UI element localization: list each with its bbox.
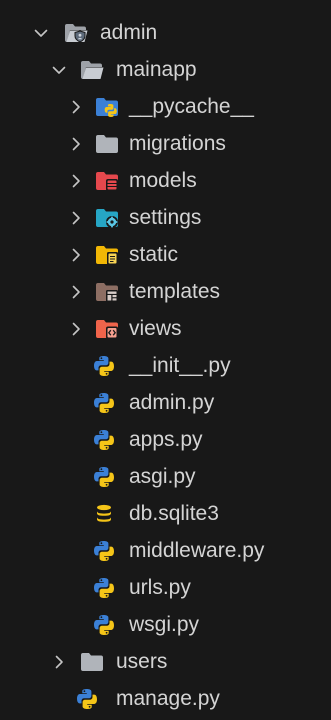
tree-item-label: wsgi.py <box>129 613 200 636</box>
tree-item-middleware-py[interactable]: middleware.py <box>0 532 331 569</box>
chevron-right-icon[interactable] <box>69 100 83 114</box>
python-file-icon <box>92 429 116 451</box>
models-folder-icon <box>95 170 119 192</box>
chevron-right-icon[interactable] <box>52 655 66 669</box>
tree-item-init-py[interactable]: __init__.py <box>0 347 331 384</box>
chevron-down-icon[interactable] <box>52 63 66 77</box>
tree-item-views[interactable]: views <box>0 310 331 347</box>
folder-open-icon <box>80 59 104 81</box>
python-file-icon <box>92 392 116 414</box>
tree-item-db-sqlite3[interactable]: db.sqlite3 <box>0 495 331 532</box>
chevron-right-icon[interactable] <box>69 285 83 299</box>
tree-item-label: users <box>116 650 168 673</box>
tree-item-label: asgi.py <box>129 465 196 488</box>
tree-item-label: templates <box>129 280 221 303</box>
tree-item-templates[interactable]: templates <box>0 273 331 310</box>
tree-item-label: db.sqlite3 <box>129 502 219 525</box>
tree-item-urls-py[interactable]: urls.py <box>0 569 331 606</box>
chevron-right-icon[interactable] <box>69 174 83 188</box>
tree-item-settings[interactable]: settings <box>0 199 331 236</box>
tree-item-label: admin <box>100 21 158 44</box>
static-folder-icon <box>95 244 119 266</box>
python-file-icon <box>92 540 116 562</box>
chevron-down-icon[interactable] <box>34 26 48 40</box>
tree-item-label: admin.py <box>129 391 215 414</box>
python-file-icon <box>92 466 116 488</box>
tree-item-users[interactable]: users <box>0 643 331 680</box>
templates-folder-icon <box>95 281 119 303</box>
tree-item-label: static <box>129 243 179 266</box>
file-explorer-tree: admin mainapp __pycache__ migrations mod… <box>0 0 331 720</box>
folder-icon <box>95 133 119 155</box>
python-file-icon <box>92 355 116 377</box>
settings-folder-icon <box>95 207 119 229</box>
tree-item-pycache[interactable]: __pycache__ <box>0 88 331 125</box>
tree-item-label: settings <box>129 206 202 229</box>
tree-item-label: middleware.py <box>129 539 265 562</box>
tree-item-admin-py[interactable]: admin.py <box>0 384 331 421</box>
folder-icon <box>80 651 104 673</box>
tree-item-apps-py[interactable]: apps.py <box>0 421 331 458</box>
tree-item-mainapp[interactable]: mainapp <box>0 51 331 88</box>
chevron-right-icon[interactable] <box>69 248 83 262</box>
tree-item-models[interactable]: models <box>0 162 331 199</box>
chevron-right-icon[interactable] <box>69 211 83 225</box>
tree-item-label: __init__.py <box>129 354 231 377</box>
python-file-icon <box>75 688 99 710</box>
tree-item-label: migrations <box>129 132 226 155</box>
tree-item-admin[interactable]: admin <box>0 14 331 51</box>
views-folder-icon <box>95 318 119 340</box>
tree-item-label: mainapp <box>116 58 197 81</box>
tree-item-label: models <box>129 169 197 192</box>
chevron-right-icon[interactable] <box>69 137 83 151</box>
tree-item-label: urls.py <box>129 576 191 599</box>
tree-item-asgi-py[interactable]: asgi.py <box>0 458 331 495</box>
tree-item-wsgi-py[interactable]: wsgi.py <box>0 606 331 643</box>
tree-item-migrations[interactable]: migrations <box>0 125 331 162</box>
python-folder-icon <box>95 96 119 118</box>
python-file-icon <box>92 614 116 636</box>
tree-item-label: manage.py <box>116 687 220 710</box>
chevron-right-icon[interactable] <box>69 322 83 336</box>
python-file-icon <box>92 577 116 599</box>
tree-item-manage-py[interactable]: manage.py <box>0 680 331 717</box>
tree-item-label: apps.py <box>129 428 203 451</box>
tree-item-label: __pycache__ <box>129 95 254 118</box>
tree-item-label: views <box>129 317 182 340</box>
tree-item-static[interactable]: static <box>0 236 331 273</box>
admin-folder-icon <box>64 22 88 44</box>
database-icon <box>92 503 116 525</box>
